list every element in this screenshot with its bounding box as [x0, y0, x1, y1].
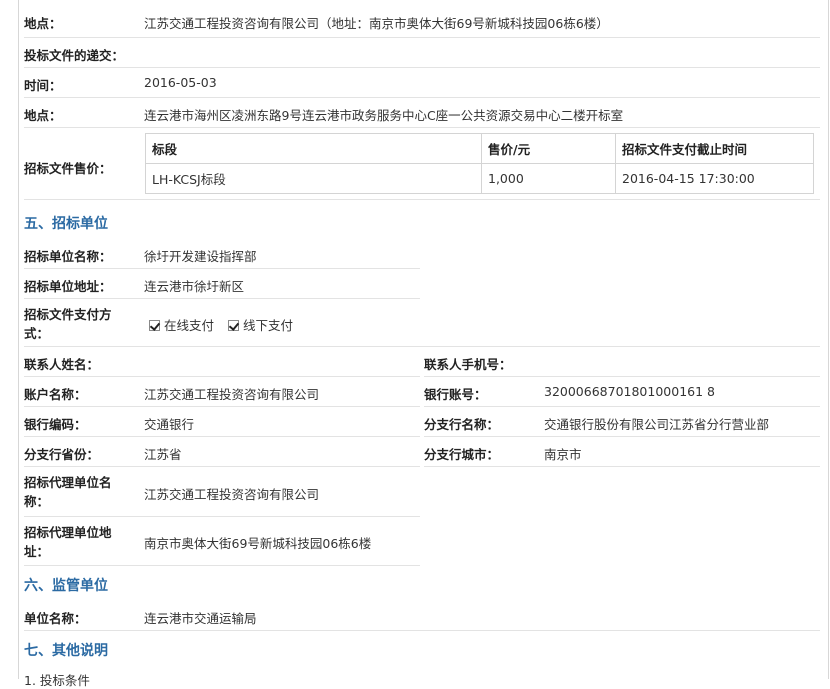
- row-value: 江苏交通工程投资咨询有限公司（地址：南京市奥体大街69号新城科技园06栋6楼）: [144, 16, 609, 31]
- offline-pay-option[interactable]: 线下支付: [228, 318, 293, 333]
- table-header-row: 标段 售价/元 招标文件支付截止时间: [145, 133, 814, 164]
- row-value: 南京市奥体大街69号新城科技园06栋6楼: [144, 536, 372, 551]
- section-title-7: 七、其他说明: [24, 643, 108, 659]
- row-value: 连云港市徐圩新区: [144, 279, 245, 294]
- row-label: 分支行城市：: [424, 447, 500, 462]
- row-account-name: 账户名称： 江苏交通工程投资咨询有限公司: [24, 377, 420, 407]
- offline-pay-label: 线下支付: [243, 318, 294, 333]
- row-label: 分支行省份：: [24, 447, 100, 462]
- row-label: 招标文件支付方式：: [24, 307, 112, 341]
- row-label: 招标代理单位名称：: [24, 475, 112, 509]
- row-bid-submission: 投标文件的递交：: [24, 38, 820, 68]
- table-row: LH-KCSJ标段 1,000 2016-04-15 17:30:00: [145, 163, 814, 194]
- row-label: 账户名称：: [24, 387, 87, 402]
- row-label: 投标文件的递交：: [24, 48, 125, 63]
- row-label: 分支行名称：: [424, 417, 500, 432]
- online-pay-checkbox[interactable]: [149, 320, 160, 331]
- row-agent-address: 招标代理单位地址： 南京市奥体大街69号新城科技园06栋6楼: [24, 517, 420, 566]
- row-label: 单位名称：: [24, 611, 87, 626]
- payment-options: 在线支付 线下支付: [149, 315, 293, 334]
- row-branch-province: 分支行省份： 江苏省: [24, 437, 420, 467]
- row-value: 江苏交通工程投资咨询有限公司: [144, 487, 320, 502]
- row-label: 招标代理单位地址：: [24, 525, 112, 559]
- row-payment-method: 招标文件支付方式： 在线支付 线下支付: [24, 299, 820, 347]
- cell-section: LH-KCSJ标段: [145, 163, 482, 194]
- row-contact-phone: 联系人手机号：: [424, 347, 820, 377]
- cell-deadline: 2016-04-15 17:30:00: [615, 163, 814, 194]
- section-title-5: 五、招标单位: [24, 216, 108, 232]
- row-branch-name: 分支行名称： 交通银行股份有限公司江苏省分行营业部: [424, 407, 820, 437]
- row-value: 32000668701801000161 8: [544, 384, 715, 399]
- row-value: 交通银行股份有限公司江苏省分行营业部: [544, 417, 770, 432]
- col-header-price: 售价/元: [481, 133, 616, 164]
- price-table: 标段 售价/元 招标文件支付截止时间 LH-KCSJ标段 1,000 2016-…: [145, 133, 814, 194]
- row-time: 时间： 2016-05-03: [24, 68, 820, 98]
- col-header-section: 标段: [145, 133, 482, 164]
- online-pay-label: 在线支付: [164, 318, 215, 333]
- row-value: 南京市: [544, 447, 582, 462]
- row-bank-code: 银行编码： 交通银行: [24, 407, 420, 437]
- row-location: 地点： 江苏交通工程投资咨询有限公司（地址：南京市奥体大街69号新城科技园06栋…: [24, 0, 820, 38]
- row-value: 2016-05-03: [144, 75, 217, 90]
- row-open-location: 地点： 连云港市海州区凌洲东路9号连云港市政务服务中心C座一公共资源交易中心二楼…: [24, 98, 820, 128]
- other-item-1: 1. 投标条件: [24, 673, 90, 688]
- online-pay-option[interactable]: 在线支付: [149, 318, 218, 333]
- row-label: 招标单位名称：: [24, 249, 112, 264]
- row-tenderer-name: 招标单位名称： 徐圩开发建设指挥部: [24, 238, 420, 269]
- row-branch-city: 分支行城市： 南京市: [424, 437, 820, 467]
- section-title-6: 六、监管单位: [24, 578, 108, 594]
- row-contact-name: 联系人姓名：: [24, 347, 420, 377]
- row-label: 联系人姓名：: [24, 357, 100, 372]
- row-value: 连云港市海州区凌洲东路9号连云港市政务服务中心C座一公共资源交易中心二楼开标室: [144, 108, 624, 123]
- row-value: 江苏省: [144, 447, 182, 462]
- row-agent-name: 招标代理单位名称： 江苏交通工程投资咨询有限公司: [24, 467, 420, 517]
- row-label: 招标单位地址：: [24, 279, 112, 294]
- row-label: 联系人手机号：: [424, 357, 512, 372]
- row-value: 徐圩开发建设指挥部: [144, 249, 257, 264]
- offline-pay-checkbox[interactable]: [228, 320, 239, 331]
- row-value: 交通银行: [144, 417, 195, 432]
- row-label: 时间：: [24, 78, 62, 93]
- row-label: 地点：: [24, 108, 62, 123]
- row-label: 招标文件售价：: [24, 161, 112, 176]
- row-label: 银行编码：: [24, 417, 87, 432]
- cell-price: 1,000: [481, 163, 616, 194]
- row-value: 连云港市交通运输局: [144, 611, 257, 626]
- row-label: 银行账号：: [424, 387, 487, 402]
- row-supervisor-unit: 单位名称： 连云港市交通运输局: [24, 600, 820, 631]
- row-label: 地点：: [24, 16, 62, 31]
- col-header-deadline: 招标文件支付截止时间: [615, 133, 814, 164]
- row-value: 江苏交通工程投资咨询有限公司: [144, 387, 320, 402]
- row-tenderer-address: 招标单位地址： 连云港市徐圩新区: [24, 269, 420, 299]
- row-bank-account: 银行账号： 32000668701801000161 8: [424, 377, 820, 407]
